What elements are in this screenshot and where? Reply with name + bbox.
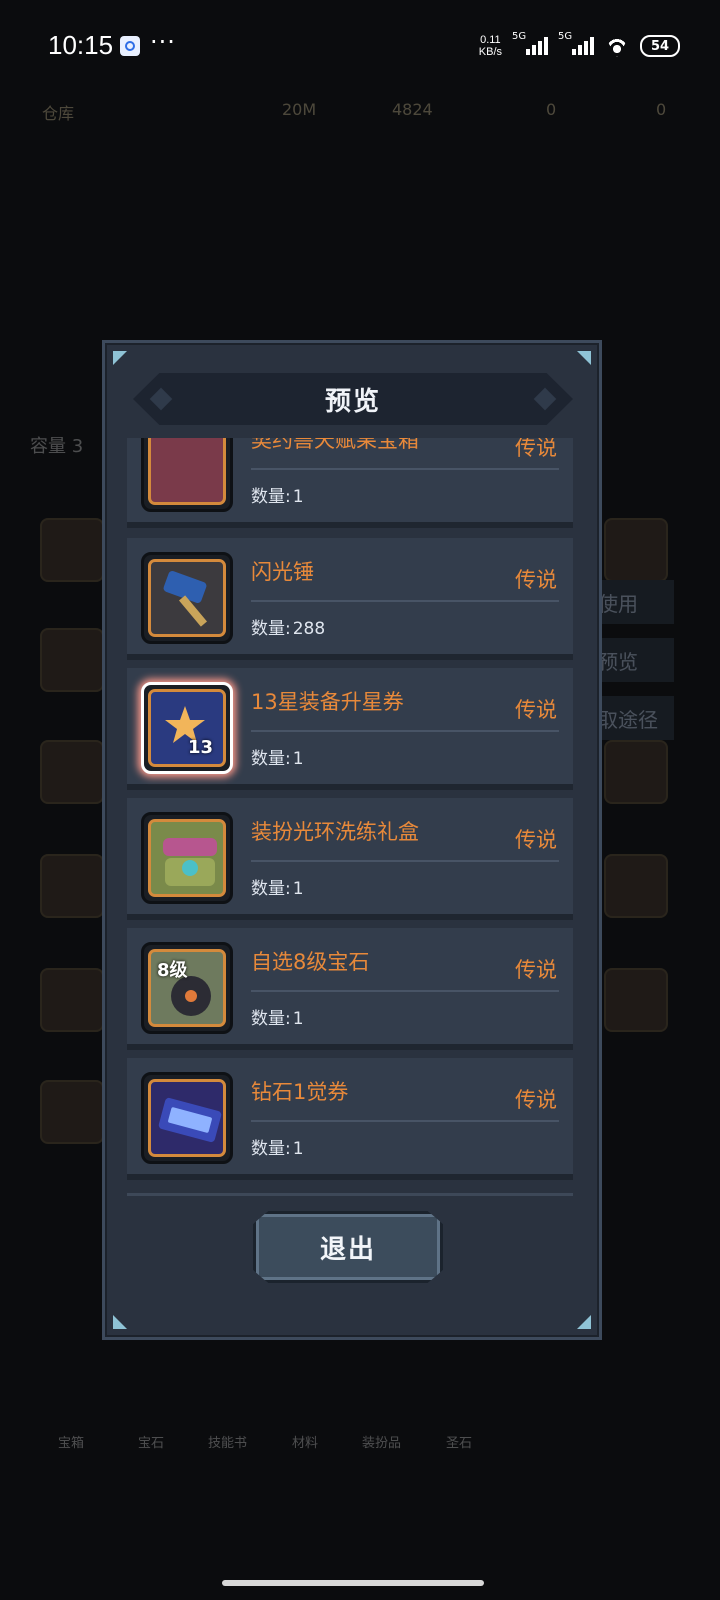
item-quantity: 数量: 1 bbox=[251, 1139, 304, 1159]
background-slot bbox=[604, 968, 668, 1032]
list-item[interactable]: 契约兽天赋果宝箱 传说 数量: 1 bbox=[127, 438, 573, 528]
item-rarity: 传说 bbox=[515, 698, 557, 722]
divider bbox=[251, 990, 559, 992]
ticket-badge: 13 bbox=[187, 737, 213, 758]
background-slot bbox=[604, 518, 668, 582]
divider bbox=[251, 600, 559, 602]
background-preview-button: 预览 bbox=[590, 638, 674, 682]
corner-ornament bbox=[113, 1315, 127, 1329]
divider bbox=[251, 730, 559, 732]
list-item[interactable]: 13 13星装备升星券 传说 数量: 1 bbox=[127, 668, 573, 790]
background-slot bbox=[604, 854, 668, 918]
item-rarity: 传说 bbox=[515, 438, 557, 460]
item-quantity: 数量: 288 bbox=[251, 619, 326, 639]
item-name: 闪光锤 bbox=[251, 560, 314, 584]
item-name: 契约兽天赋果宝箱 bbox=[251, 438, 419, 452]
item-name: 13星装备升星券 bbox=[251, 690, 404, 714]
signal-icon: 5G bbox=[512, 31, 548, 55]
signal-icon: 5G bbox=[558, 31, 594, 55]
background-slot bbox=[40, 740, 104, 804]
item-rarity: 传说 bbox=[515, 958, 557, 982]
item-quantity: 数量: 1 bbox=[251, 1009, 304, 1029]
preview-dialog: 预览 契约兽天赋果宝箱 传说 数量: 1 闪光锤 传说 数量: 288 13 1… bbox=[102, 340, 602, 1340]
status-time: 10:15 bbox=[48, 30, 114, 60]
background-slot bbox=[40, 518, 104, 582]
wifi-icon bbox=[604, 36, 630, 56]
item-quantity: 数量: 1 bbox=[251, 879, 304, 899]
background-topbar: 仓库 20M 4824 0 0 bbox=[42, 100, 667, 123]
gem-icon: 8级 bbox=[141, 942, 233, 1034]
battery-icon: 54 bbox=[640, 35, 680, 57]
list-item[interactable]: 8级 自选8级宝石 传说 数量: 1 bbox=[127, 928, 573, 1050]
background-capacity: 容量 3 bbox=[30, 436, 84, 457]
divider bbox=[251, 860, 559, 862]
background-source-button: 取途径 bbox=[590, 696, 674, 740]
item-name: 自选8级宝石 bbox=[251, 950, 370, 974]
dialog-title: 预览 bbox=[324, 386, 381, 417]
list-item[interactable]: 装扮光环洗练礼盒 传说 数量: 1 bbox=[127, 798, 573, 920]
divider bbox=[251, 1120, 559, 1122]
gem-level-badge: 8级 bbox=[157, 960, 188, 981]
background-slot bbox=[604, 740, 668, 804]
upgrade-ticket-icon: 13 bbox=[141, 682, 233, 774]
item-rarity: 传说 bbox=[515, 828, 557, 852]
status-bar: 10:15 ··· 0.11 KB/s 5G 5G 54 bbox=[0, 0, 720, 92]
hammer-icon bbox=[141, 552, 233, 644]
background-slot bbox=[40, 1080, 104, 1144]
background-slot bbox=[40, 968, 104, 1032]
list-item[interactable]: 闪光锤 传说 数量: 288 bbox=[127, 538, 573, 660]
item-name: 钻石1觉券 bbox=[251, 1080, 349, 1104]
corner-ornament bbox=[577, 1315, 591, 1329]
item-quantity: 数量: 1 bbox=[251, 749, 304, 769]
background-use-button: 使用 bbox=[590, 580, 674, 624]
background-title: 仓库 bbox=[42, 104, 75, 123]
divider bbox=[251, 468, 559, 470]
divider bbox=[127, 1193, 573, 1196]
exit-button[interactable]: 退出 bbox=[253, 1211, 443, 1283]
reward-list[interactable]: 契约兽天赋果宝箱 传说 数量: 1 闪光锤 传说 数量: 288 13 13星装备升… bbox=[127, 438, 579, 1188]
background-slot bbox=[40, 854, 104, 918]
status-indicators: 0.11 KB/s 5G 5G 54 bbox=[479, 30, 680, 62]
corner-ornament bbox=[577, 351, 591, 365]
treasure-chest-icon bbox=[141, 438, 233, 512]
home-indicator[interactable] bbox=[222, 1580, 484, 1586]
list-item[interactable]: 钻石1觉券 传说 数量: 1 bbox=[127, 1058, 573, 1180]
network-speed: 0.11 KB/s bbox=[478, 34, 502, 58]
dialog-title-bar: 预览 bbox=[133, 373, 573, 425]
item-rarity: 传说 bbox=[515, 1088, 557, 1112]
gift-box-icon bbox=[141, 812, 233, 904]
background-slot bbox=[40, 628, 104, 692]
app-notification-icon bbox=[120, 36, 140, 56]
corner-ornament bbox=[113, 351, 127, 365]
more-notifications-icon: ··· bbox=[150, 28, 176, 56]
exit-button-label: 退出 bbox=[319, 1234, 376, 1265]
item-name: 装扮光环洗练礼盒 bbox=[251, 820, 419, 844]
item-rarity: 传说 bbox=[515, 568, 557, 592]
item-quantity: 数量: 1 bbox=[251, 487, 304, 507]
diamond-ticket-icon bbox=[141, 1072, 233, 1164]
